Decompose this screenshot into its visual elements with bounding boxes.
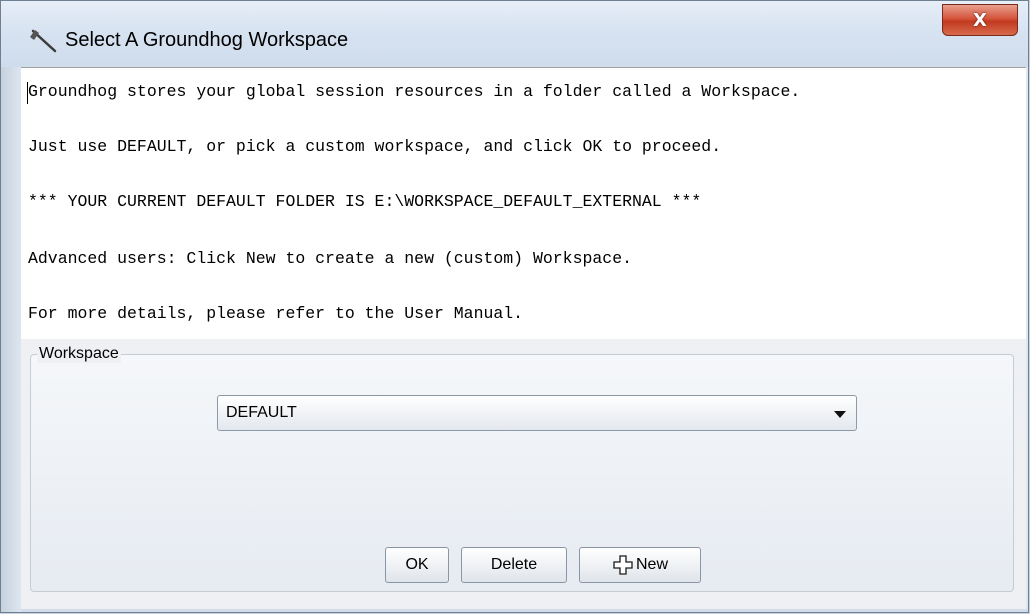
message-line: Just use DEFAULT, or pick a custom works… [28, 137, 722, 156]
new-button-label: New [635, 556, 668, 573]
new-button[interactable]: New [579, 547, 701, 583]
workspace-select-value: DEFAULT [226, 404, 297, 421]
plus-outline-icon [613, 555, 633, 575]
window-border [1, 67, 21, 612]
delete-button-label: Delete [490, 556, 538, 573]
message-line: Groundhog stores your global session res… [28, 82, 801, 101]
ok-button-label: OK [405, 556, 429, 573]
window-border [21, 609, 1028, 612]
ok-button[interactable]: OK [385, 547, 449, 583]
workspace-panel: DEFAULT OK Delete New Workspace [21, 339, 1026, 609]
delete-button[interactable]: Delete [461, 547, 567, 583]
close-icon: X [973, 9, 987, 31]
message-text-area[interactable]: Groundhog stores your global session res… [21, 67, 1026, 339]
workspace-dialog: Select A Groundhog Workspace X Groundhog… [0, 0, 1029, 613]
workspace-group: DEFAULT OK Delete New [30, 354, 1014, 592]
close-button[interactable]: X [942, 4, 1018, 36]
chevron-down-icon[interactable] [834, 411, 846, 418]
message-line: *** YOUR CURRENT DEFAULT FOLDER IS E:\WO… [28, 192, 702, 211]
message-line: Advanced users: Click New to create a ne… [28, 249, 632, 268]
workspace-select[interactable]: DEFAULT [217, 395, 857, 431]
workspace-group-label: Workspace [37, 345, 121, 363]
title-bar[interactable]: Select A Groundhog Workspace X [1, 1, 1028, 67]
hammer-icon [30, 29, 57, 53]
window-title: Select A Groundhog Workspace [65, 29, 349, 51]
message-line: For more details, please refer to the Us… [28, 304, 524, 323]
